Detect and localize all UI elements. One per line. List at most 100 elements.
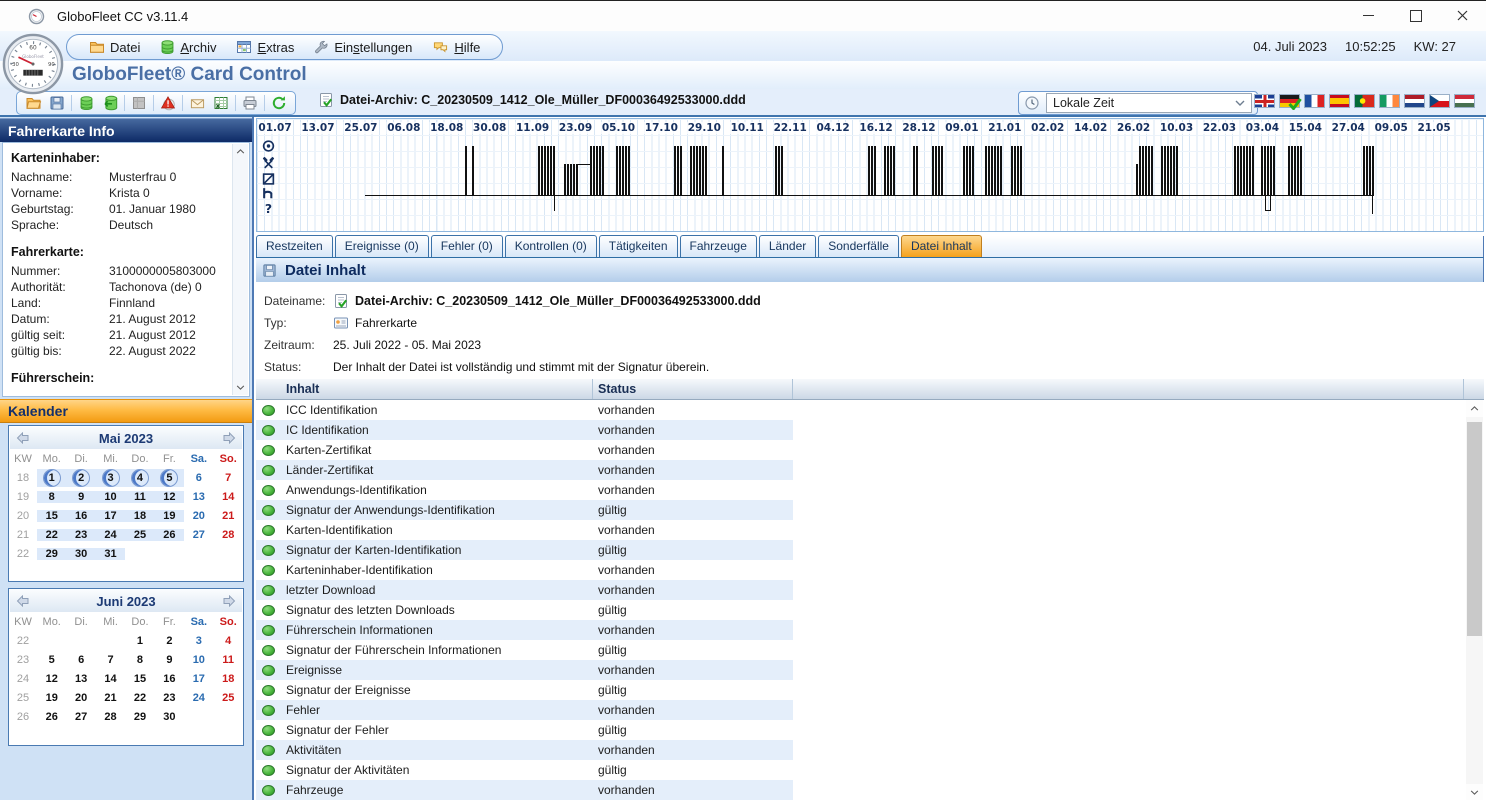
calendar-day[interactable]: 28 bbox=[214, 529, 243, 541]
minimize-button[interactable] bbox=[1345, 1, 1392, 30]
menu-item-datei[interactable]: Datei bbox=[79, 36, 150, 58]
folder-open-button[interactable] bbox=[21, 93, 45, 113]
calendar-day[interactable]: 25 bbox=[125, 529, 154, 541]
calendar-day[interactable]: 20 bbox=[66, 692, 95, 704]
calendar-prev-button[interactable] bbox=[16, 432, 30, 444]
calendar-day[interactable]: 3 bbox=[184, 635, 213, 647]
flag-portugal-icon[interactable] bbox=[1354, 94, 1375, 108]
scrollbar-thumb[interactable] bbox=[1467, 422, 1482, 636]
tab-länder[interactable]: Länder bbox=[759, 235, 816, 257]
flag-ireland-icon[interactable] bbox=[1379, 94, 1400, 108]
maximize-button[interactable] bbox=[1392, 1, 1439, 30]
calendar-day[interactable]: 1 bbox=[37, 469, 66, 487]
scroll-up-button[interactable] bbox=[1466, 400, 1483, 417]
calendar-day[interactable]: 19 bbox=[155, 510, 184, 522]
calendar-day[interactable]: 7 bbox=[96, 654, 125, 666]
mail-button[interactable] bbox=[185, 93, 209, 113]
flag-spain-icon[interactable] bbox=[1329, 94, 1350, 108]
calendar-day[interactable]: 15 bbox=[125, 673, 154, 685]
flag-france-icon[interactable] bbox=[1304, 94, 1325, 108]
refresh-button[interactable] bbox=[267, 93, 291, 113]
calendar-day[interactable]: 12 bbox=[37, 673, 66, 685]
alert-button[interactable] bbox=[156, 93, 180, 113]
close-button[interactable] bbox=[1439, 1, 1486, 30]
calendar-day[interactable]: 8 bbox=[37, 491, 66, 503]
calendar-day[interactable]: 4 bbox=[214, 635, 243, 647]
flag-germany-icon[interactable] bbox=[1279, 94, 1300, 108]
calendar-day[interactable]: 13 bbox=[66, 673, 95, 685]
tab-fehler-0[interactable]: Fehler (0) bbox=[431, 235, 503, 257]
timezone-select[interactable]: Lokale Zeit bbox=[1046, 93, 1252, 113]
calendar-day[interactable]: 16 bbox=[155, 673, 184, 685]
calendar-day[interactable]: 29 bbox=[37, 548, 66, 560]
calendar-day[interactable]: 18 bbox=[125, 510, 154, 522]
box-disabled-button[interactable] bbox=[127, 93, 151, 113]
calendar-day[interactable]: 11 bbox=[214, 654, 243, 666]
card-info-scrollbar[interactable] bbox=[232, 144, 248, 395]
calendar-day[interactable]: 2 bbox=[155, 635, 184, 647]
calendar-day[interactable]: 13 bbox=[184, 491, 213, 503]
flag-united-kingdom-icon[interactable] bbox=[1254, 94, 1275, 108]
calendar-day[interactable]: 8 bbox=[125, 654, 154, 666]
calendar-day[interactable]: 27 bbox=[66, 711, 95, 723]
flag-hungary-icon[interactable] bbox=[1454, 94, 1475, 108]
calendar-day[interactable]: 6 bbox=[184, 472, 213, 484]
calendar-day[interactable]: 28 bbox=[96, 711, 125, 723]
calendar-day[interactable]: 21 bbox=[96, 692, 125, 704]
tab-sonderfälle[interactable]: Sonderfälle bbox=[818, 235, 899, 257]
table-scrollbar[interactable] bbox=[1466, 400, 1483, 800]
calendar-day[interactable]: 22 bbox=[37, 529, 66, 541]
calendar-day[interactable]: 5 bbox=[155, 469, 184, 487]
calendar-day[interactable]: 14 bbox=[96, 673, 125, 685]
calendar-day[interactable]: 24 bbox=[184, 692, 213, 704]
menu-item-hilfe[interactable]: Hilfe bbox=[422, 36, 490, 58]
calendar-day[interactable]: 16 bbox=[66, 510, 95, 522]
calendar-day[interactable]: 26 bbox=[37, 711, 66, 723]
calendar-day[interactable]: 10 bbox=[96, 491, 125, 503]
flag-czech-republic-icon[interactable] bbox=[1429, 94, 1450, 108]
calendar-next-button[interactable] bbox=[222, 432, 236, 444]
calendar-day[interactable]: 14 bbox=[214, 491, 243, 503]
calendar-day[interactable]: 12 bbox=[155, 491, 184, 503]
calendar-day[interactable]: 1 bbox=[125, 635, 154, 647]
calendar-day[interactable]: 23 bbox=[66, 529, 95, 541]
save-button[interactable] bbox=[45, 93, 69, 113]
calendar-day[interactable]: 3 bbox=[96, 469, 125, 487]
calendar-day[interactable]: 6 bbox=[66, 654, 95, 666]
calendar-day[interactable]: 11 bbox=[125, 491, 154, 503]
calendar-day[interactable]: 23 bbox=[155, 692, 184, 704]
calendar-day[interactable]: 27 bbox=[184, 529, 213, 541]
calendar-day[interactable]: 5 bbox=[37, 654, 66, 666]
calendar-day[interactable]: 4 bbox=[125, 469, 154, 487]
calendar-day[interactable]: 22 bbox=[125, 692, 154, 704]
calendar-day[interactable]: 7 bbox=[214, 472, 243, 484]
menu-item-archiv[interactable]: Archiv bbox=[150, 36, 226, 58]
calendar-day[interactable]: 9 bbox=[66, 491, 95, 503]
scroll-up-button[interactable] bbox=[233, 144, 248, 159]
tab-fahrzeuge[interactable]: Fahrzeuge bbox=[680, 235, 757, 257]
calendar-day[interactable]: 26 bbox=[155, 529, 184, 541]
calendar-day[interactable]: 19 bbox=[37, 692, 66, 704]
calendar-prev-button[interactable] bbox=[16, 595, 30, 607]
tab-tätigkeiten[interactable]: Tätigkeiten bbox=[599, 235, 678, 257]
calendar-day[interactable]: 31 bbox=[96, 548, 125, 560]
calendar-day[interactable]: 24 bbox=[96, 529, 125, 541]
tab-ereignisse-0[interactable]: Ereignisse (0) bbox=[335, 235, 429, 257]
scroll-down-button[interactable] bbox=[1466, 784, 1483, 800]
calendar-next-button[interactable] bbox=[222, 595, 236, 607]
flag-netherlands-icon[interactable] bbox=[1404, 94, 1425, 108]
calendar-day[interactable]: 17 bbox=[96, 510, 125, 522]
menu-item-extras[interactable]: Extras bbox=[226, 36, 304, 58]
calendar-day[interactable]: 18 bbox=[214, 673, 243, 685]
tab-datei-inhalt[interactable]: Datei Inhalt bbox=[901, 235, 982, 257]
excel-button[interactable] bbox=[209, 93, 233, 113]
print-button[interactable] bbox=[238, 93, 262, 113]
menu-item-einstellungen[interactable]: Einstellungen bbox=[304, 36, 422, 58]
calendar-day[interactable]: 2 bbox=[66, 469, 95, 487]
database-button[interactable] bbox=[74, 93, 98, 113]
calendar-day[interactable]: 20 bbox=[184, 510, 213, 522]
tab-restzeiten[interactable]: Restzeiten bbox=[256, 235, 333, 257]
calendar-day[interactable]: 15 bbox=[37, 510, 66, 522]
calendar-day[interactable]: 30 bbox=[66, 548, 95, 560]
database-import-button[interactable] bbox=[98, 93, 122, 113]
